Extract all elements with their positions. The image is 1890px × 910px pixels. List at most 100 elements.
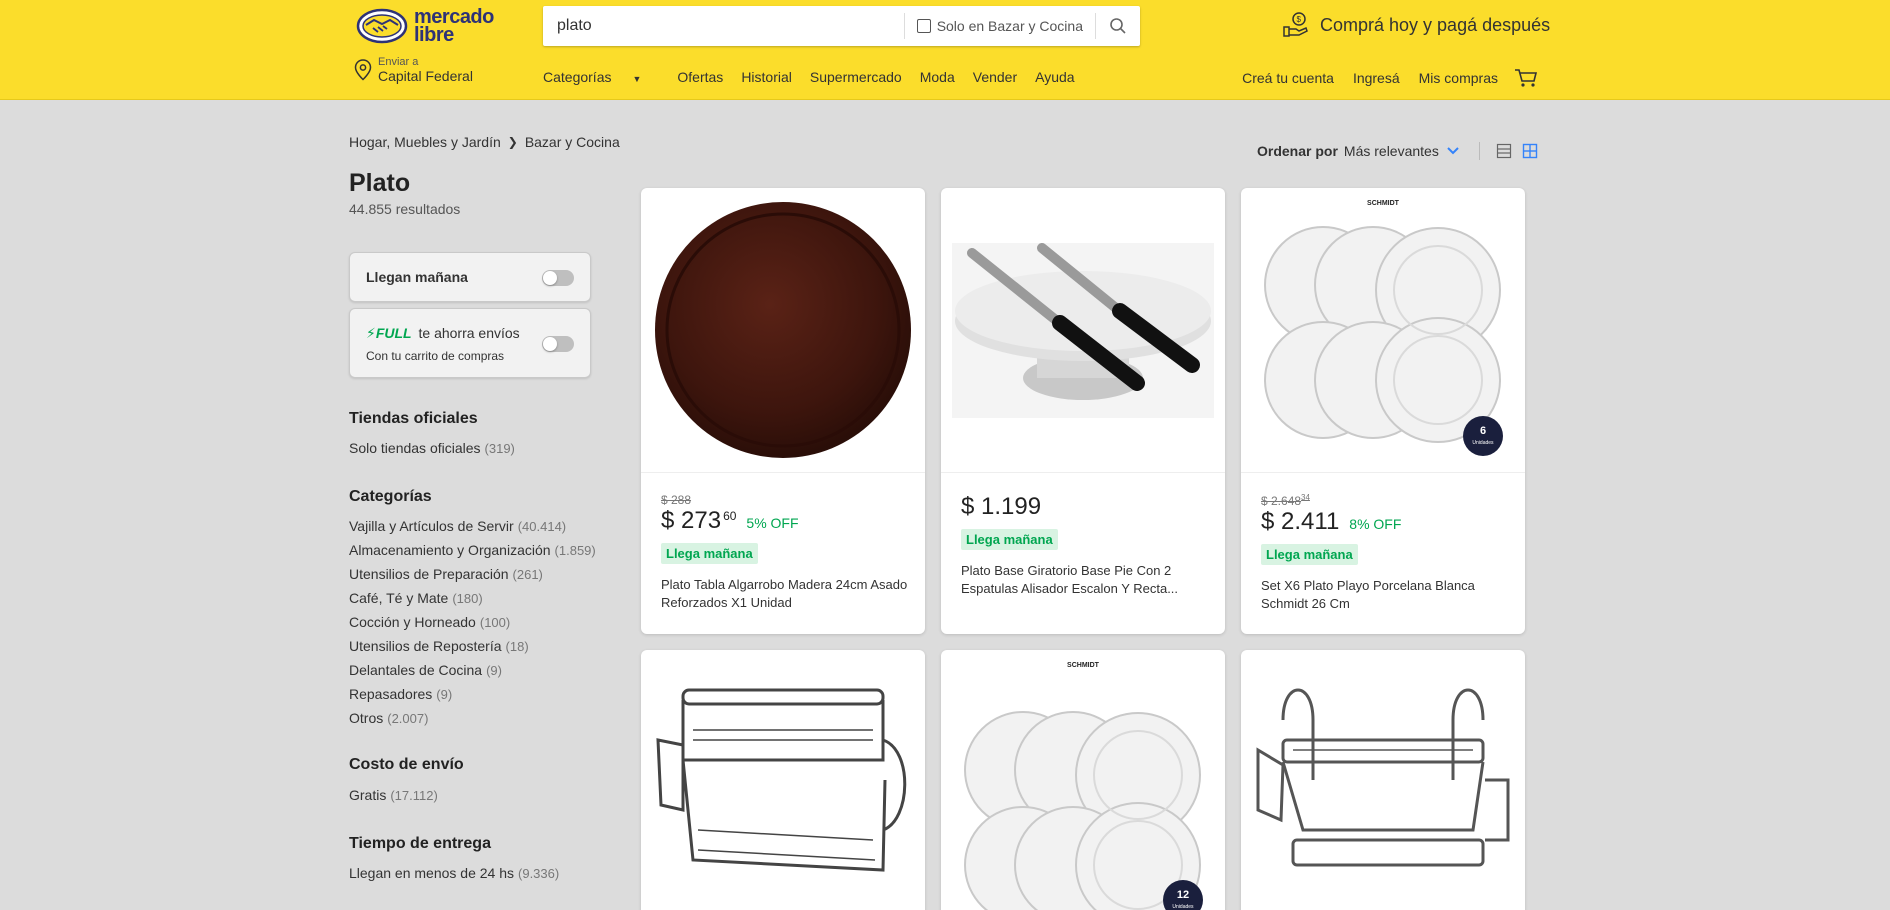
search-button[interactable]	[1096, 6, 1140, 46]
filter-item-count: (9)	[486, 663, 502, 678]
list-view-icon[interactable]	[1496, 143, 1512, 159]
filter-item[interactable]: Vajilla y Artículos de Servir (40.414)	[349, 518, 596, 542]
toggle-switch[interactable]	[542, 270, 574, 286]
account-nav: Creá tu cuenta Ingresá Mis compras	[1223, 68, 1538, 88]
toggle-llegan-manana[interactable]: Llegan mañana	[349, 252, 591, 302]
filter-item-label: Solo tiendas oficiales	[349, 440, 481, 456]
results-count: 44.855 resultados	[349, 201, 461, 217]
promo-banner[interactable]: $ Comprá hoy y pagá después	[1282, 12, 1550, 38]
product-info: $ 288 $ 273 60 5% OFF Llega mañana Plato …	[661, 493, 909, 612]
logo-text: mercado libre	[414, 6, 494, 46]
filter-title-tiendas: Tiendas oficiales	[349, 410, 478, 427]
product-image[interactable]	[641, 188, 925, 473]
filter-item[interactable]: Almacenamiento y Organización (1.859)	[349, 542, 596, 566]
filter-list-categorias: Vajilla y Artículos de Servir (40.414) Al…	[349, 518, 596, 734]
filter-item[interactable]: Utensilios de Repostería (18)	[349, 638, 596, 662]
nav-ofertas[interactable]: Ofertas	[677, 69, 723, 85]
filter-title-tiempo: Tiempo de entrega	[349, 835, 491, 852]
page-title: Plato	[349, 169, 411, 197]
product-image[interactable]: SCHMIDT 12 Unidades	[941, 650, 1225, 910]
create-account-link[interactable]: Creá tu cuenta	[1242, 70, 1334, 86]
old-price: $ 2.64834	[1261, 493, 1310, 508]
product-image[interactable]: SCHMIDT 6 Unidades	[1241, 188, 1525, 473]
product-card[interactable]	[641, 650, 925, 910]
filter-item-count: (319)	[484, 441, 515, 456]
nav-categorias[interactable]: Categorías ▼	[543, 69, 659, 85]
my-purchases-link[interactable]: Mis compras	[1419, 70, 1498, 86]
units-word: Unidades	[1472, 440, 1494, 446]
product-title[interactable]: Plato Tabla Algarrobo Madera 24cm Asado …	[661, 576, 909, 612]
filter-item[interactable]: Gratis (17.112)	[349, 787, 438, 811]
product-card[interactable]	[1241, 650, 1525, 910]
header: mercado libre Solo en Bazar y Cocina $ C…	[0, 0, 1890, 100]
filter-title-envio: Costo de envío	[349, 756, 464, 773]
category-checkbox[interactable]	[916, 19, 931, 33]
search-input[interactable]	[543, 6, 904, 46]
filter-item-count: (18)	[505, 639, 529, 654]
filter-item[interactable]: Café, Té y Mate (180)	[349, 590, 596, 614]
full-label: ⚡FULL te ahorra envíos	[366, 325, 520, 342]
product-title[interactable]: Set X6 Plato Playo Porcelana Blanca Schm…	[1261, 577, 1509, 613]
nav-supermercado[interactable]: Supermercado	[810, 69, 902, 85]
dish-rack-image	[656, 688, 907, 872]
price: $ 2.411 8% OFF	[1261, 508, 1509, 536]
filter-item-label: Almacenamiento y Organización	[349, 542, 551, 558]
nav-vender[interactable]: Vender	[973, 69, 1017, 85]
chevron-down-icon[interactable]	[1447, 147, 1459, 155]
dish-rack-image	[1256, 688, 1510, 866]
shipping-location[interactable]: Enviar a Capital Federal	[354, 56, 473, 84]
filter-item-count: (100)	[479, 615, 511, 630]
nav-moda[interactable]: Moda	[920, 69, 955, 85]
filter-item-label: Utensilios de Repostería	[349, 638, 502, 654]
product-card[interactable]: SCHMIDT 6 Unidades $ 2.64834 $ 2.411 8% …	[1241, 188, 1525, 634]
login-link[interactable]: Ingresá	[1353, 70, 1400, 86]
product-info: $ 1.199 Llega mañana Plato Base Giratori…	[961, 493, 1209, 598]
filter-item[interactable]: Llegan en menos de 24 hs (9.336)	[349, 865, 559, 889]
cart-icon[interactable]	[1514, 68, 1538, 88]
product-card[interactable]: $ 1.199 Llega mañana Plato Base Giratori…	[941, 188, 1225, 634]
sort-dropdown[interactable]: Más relevantes	[1344, 143, 1439, 159]
product-title[interactable]: Plato Base Giratorio Base Pie Con 2 Espa…	[961, 562, 1209, 598]
filter-item[interactable]: Utensilios de Preparación (261)	[349, 566, 596, 590]
filter-item-label: Utensilios de Preparación	[349, 566, 509, 582]
filter-item[interactable]: Solo tiendas oficiales (319)	[349, 440, 515, 464]
breadcrumb-item[interactable]: Hogar, Muebles y Jardín	[349, 134, 501, 150]
units-word: Unidades	[1172, 904, 1194, 910]
main-nav: Categorías ▼ Ofertas Historial Supermerca…	[543, 69, 1093, 85]
units-badge: 6 Unidades	[1463, 416, 1503, 456]
product-image[interactable]	[941, 188, 1225, 473]
filter-item-label: Vajilla y Artículos de Servir	[349, 518, 514, 534]
filter-list-tiempo: Llegan en menos de 24 hs (9.336)	[349, 865, 559, 889]
filter-item-label: Repasadores	[349, 686, 433, 702]
nav-historial[interactable]: Historial	[741, 69, 792, 85]
full-sublabel: Con tu carrito de compras	[366, 349, 505, 363]
filter-item-count: (9.336)	[518, 866, 560, 881]
filter-item-count: (40.414)	[517, 519, 567, 534]
sort-divider	[1478, 142, 1480, 160]
search-category-filter[interactable]: Solo en Bazar y Cocina	[905, 6, 1095, 46]
filter-item[interactable]: Otros (2.007)	[349, 710, 596, 734]
breadcrumb-item[interactable]: Bazar y Cocina	[525, 134, 620, 150]
toggle-switch[interactable]	[542, 336, 574, 352]
filter-title-categorias: Categorías	[349, 488, 432, 505]
mercadolibre-logo[interactable]: mercado libre	[356, 6, 498, 46]
filter-item[interactable]: Repasadores (9)	[349, 686, 596, 710]
filter-item-count: (261)	[512, 567, 543, 582]
chevron-right-icon: ❯	[507, 135, 518, 149]
units-count: 12	[1176, 889, 1190, 901]
nav-ayuda[interactable]: Ayuda	[1035, 69, 1074, 85]
toggle-label: Llegan mañana	[366, 269, 468, 285]
price-value: $ 1.199	[961, 493, 1042, 520]
filter-item-label: Otros	[349, 710, 384, 726]
filter-item-count: (1.859)	[554, 543, 596, 558]
product-card[interactable]: $ 288 $ 273 60 5% OFF Llega mañana Plato …	[641, 188, 925, 634]
sort-bar: Ordenar por Más relevantes	[1257, 142, 1548, 160]
product-image[interactable]	[1241, 650, 1525, 910]
product-image[interactable]	[641, 650, 925, 910]
product-card[interactable]: SCHMIDT 12 Unidades	[941, 650, 1225, 910]
grid-view-icon[interactable]	[1522, 143, 1538, 159]
lightning-icon: ⚡	[366, 325, 376, 341]
filter-item[interactable]: Cocción y Horneado (100)	[349, 614, 596, 638]
filter-item[interactable]: Delantales de Cocina (9)	[349, 662, 596, 686]
toggle-full[interactable]: ⚡FULL te ahorra envíos Con tu carrito de…	[349, 308, 591, 378]
